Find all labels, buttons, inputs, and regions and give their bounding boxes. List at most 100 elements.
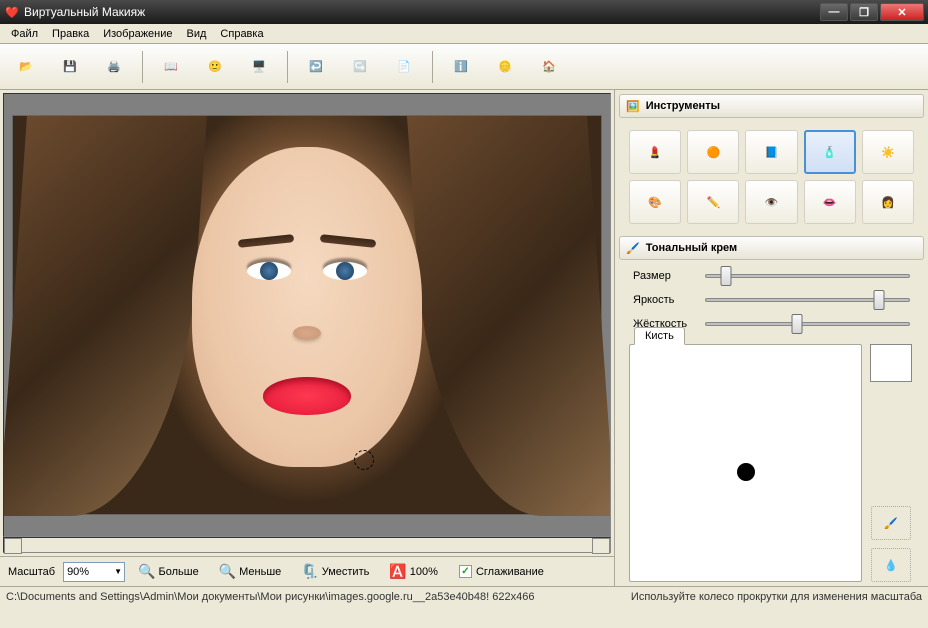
zoom-label: Масштаб — [8, 566, 55, 578]
brush-icon: 🖌️ — [626, 242, 640, 255]
size-slider[interactable] — [705, 274, 910, 278]
smiley-button[interactable]: 🙂 — [195, 48, 235, 86]
tool-grid: 💄 🟠 📘 🧴 ☀️ 🎨 ✏️ 👁️ 👄 👩 — [619, 124, 924, 230]
menu-view[interactable]: Вид — [180, 26, 214, 42]
brightness-slider[interactable] — [705, 298, 910, 302]
current-tool-header: 🖌️ Тональный крем — [619, 236, 924, 260]
side-panel: 🖼️ Инструменты 💄 🟠 📘 🧴 ☀️ 🎨 ✏️ 👁️ 👄 👩 🖌️ Тональны… — [614, 90, 928, 586]
window-title: Виртуальный Макияж — [24, 5, 820, 19]
home-icon: 🏠 — [542, 60, 556, 73]
menu-edit[interactable]: Правка — [45, 26, 96, 42]
sun-button[interactable]: ☀️ — [862, 130, 914, 174]
separator — [287, 51, 288, 83]
brush-cursor — [354, 450, 374, 470]
zoom-bar: Масштаб 90% 🔍Больше 🔍Меньше 🗜️Уместить 🅰… — [0, 556, 614, 586]
sun-icon: ☀️ — [881, 146, 895, 159]
menu-file[interactable]: Файл — [4, 26, 45, 42]
lips-icon: 👄 — [823, 196, 837, 209]
foundation-icon: 🧴 — [823, 146, 837, 159]
redo-button[interactable]: ↪️ — [340, 48, 380, 86]
palette-icon: 🖼️ — [626, 100, 640, 113]
save-button[interactable]: 💾 — [50, 48, 90, 86]
foundation-button[interactable]: 🧴 — [804, 130, 856, 174]
lipstick-icon: 💄 — [648, 146, 662, 159]
eyeshadow-button[interactable]: 🎨 — [629, 180, 681, 224]
horizontal-scrollbar[interactable] — [3, 537, 611, 553]
minimize-button[interactable]: — — [820, 3, 848, 21]
smoothing-checkbox[interactable]: ✓Сглаживание — [459, 565, 544, 578]
brightness-label: Яркость — [633, 294, 697, 306]
eyedropper-button[interactable]: 💧 — [871, 548, 911, 582]
pencil-icon: ✏️ — [706, 196, 720, 209]
zoom-fit-button[interactable]: 🗜️Уместить — [294, 560, 376, 583]
lips-button[interactable]: 👄 — [804, 180, 856, 224]
brush-side: 🖌️ 💧 — [868, 344, 914, 582]
monitor-icon: 🖥️ — [252, 60, 266, 73]
canvas-view[interactable] — [3, 93, 611, 537]
photo-image — [12, 115, 602, 515]
zoom-100-button[interactable]: 🅰️100% — [382, 560, 445, 583]
toolbar: 📂 💾 🖨️ 📖 🙂 🖥️ ↩️ ↪️ 📄 ℹ️ 🪙 🏠 — [0, 44, 928, 90]
hair-button[interactable]: 👩 — [862, 180, 914, 224]
home-button[interactable]: 🏠 — [529, 48, 569, 86]
export-icon: 📄 — [397, 60, 411, 73]
brush-area: Кисть 🖌️ 💧 — [619, 344, 924, 582]
paintbrush-button[interactable]: 🖌️ — [871, 506, 911, 540]
status-path: C:\Documents and Settings\Admin\Мои доку… — [6, 591, 631, 603]
brush-preview: Кисть — [629, 344, 862, 582]
open-button[interactable]: 📂 — [6, 48, 46, 86]
brush-dot — [737, 463, 755, 481]
zoom-value: 90% — [67, 566, 89, 578]
separator — [142, 51, 143, 83]
maximize-button[interactable]: ❐ — [850, 3, 878, 21]
slider-size: Размер — [633, 270, 910, 282]
titlebar: ❤️ Виртуальный Макияж — ❐ ✕ — [0, 0, 928, 24]
color-swatch[interactable] — [870, 344, 912, 382]
size-label: Размер — [633, 270, 697, 282]
redo-icon: ↪️ — [353, 60, 367, 73]
close-button[interactable]: ✕ — [880, 3, 924, 21]
coins-icon: 🪙 — [498, 60, 512, 73]
coins-button[interactable]: 🪙 — [485, 48, 525, 86]
powder-icon: 📘 — [765, 146, 779, 159]
hundred-icon: 🅰️ — [389, 563, 406, 580]
print-button[interactable]: 🖨️ — [94, 48, 134, 86]
info-icon: ℹ️ — [454, 60, 468, 73]
export-button[interactable]: 📄 — [384, 48, 424, 86]
tools-title: Инструменты — [646, 100, 720, 112]
slider-brightness: Яркость — [633, 294, 910, 306]
current-tool-title: Тональный крем — [646, 242, 737, 254]
powder-button[interactable]: 📘 — [745, 130, 797, 174]
pencil-button[interactable]: ✏️ — [687, 180, 739, 224]
brush-tab[interactable]: Кисть — [634, 327, 685, 345]
separator — [432, 51, 433, 83]
print-icon: 🖨️ — [107, 60, 121, 73]
blush-button[interactable]: 🟠 — [687, 130, 739, 174]
book-button[interactable]: 📖 — [151, 48, 191, 86]
eyedropper-icon: 💧 — [884, 559, 898, 572]
zoom-out-button[interactable]: 🔍Меньше — [212, 560, 289, 583]
menu-help[interactable]: Справка — [213, 26, 270, 42]
undo-icon: ↩️ — [309, 60, 323, 73]
undo-button[interactable]: ↩️ — [296, 48, 336, 86]
hair-icon: 👩 — [881, 196, 895, 209]
status-hint: Используйте колесо прокрутки для изменен… — [631, 591, 922, 603]
menubar: Файл Правка Изображение Вид Справка — [0, 24, 928, 44]
book-icon: 📖 — [164, 60, 178, 73]
info-button[interactable]: ℹ️ — [441, 48, 481, 86]
tools-header: 🖼️ Инструменты — [619, 94, 924, 118]
zoom-in-button[interactable]: 🔍Больше — [131, 560, 206, 583]
menu-image[interactable]: Изображение — [96, 26, 179, 42]
sliders: Размер Яркость Жёсткость — [619, 266, 924, 334]
zoom-combo[interactable]: 90% — [63, 562, 125, 582]
zoom-out-icon: 🔍 — [219, 563, 236, 580]
fit-icon: 🗜️ — [301, 563, 318, 580]
hardness-slider[interactable] — [705, 322, 910, 326]
eyeshadow-icon: 🎨 — [648, 196, 662, 209]
eye-icon: 👁️ — [765, 196, 779, 209]
window-controls: — ❐ ✕ — [820, 3, 924, 21]
lipstick-button[interactable]: 💄 — [629, 130, 681, 174]
eye-button[interactable]: 👁️ — [745, 180, 797, 224]
monitor-button[interactable]: 🖥️ — [239, 48, 279, 86]
check-icon: ✓ — [459, 565, 472, 578]
